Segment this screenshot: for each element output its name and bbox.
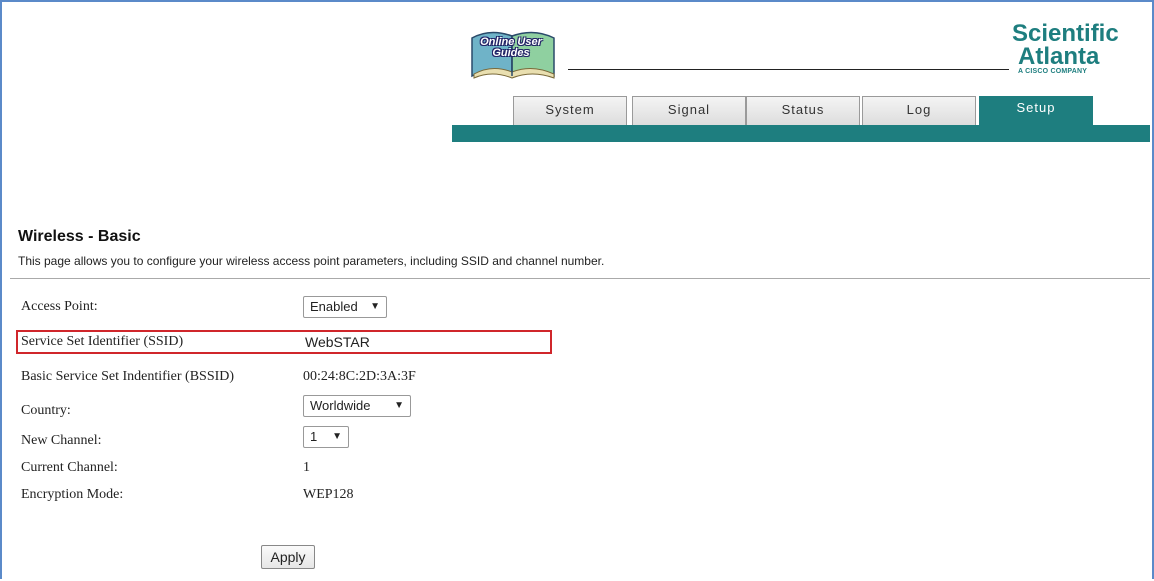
online-user-guides-text: Online User Guides [480, 36, 542, 59]
page-frame [0, 0, 1154, 579]
access-point-select[interactable]: Enabled ▼ [303, 296, 387, 318]
header-divider [568, 69, 1009, 70]
brand-line-2: Atlanta [1018, 43, 1100, 70]
current-channel-label: Current Channel: [21, 460, 118, 475]
bssid-value: 00:24:8C:2D:3A:3F [303, 369, 416, 384]
ssid-input[interactable] [303, 332, 547, 352]
section-divider [10, 278, 1150, 279]
access-point-label: Access Point: [21, 299, 98, 314]
current-channel-value: 1 [303, 460, 310, 475]
caret-down-icon: ▼ [394, 400, 404, 411]
online-user-guides-link[interactable]: Online User Guides [470, 24, 558, 80]
brand-line-3: A CISCO COMPANY [1018, 68, 1088, 75]
country-label: Country: [21, 403, 71, 418]
access-point-value: Enabled [310, 299, 358, 314]
tab-status[interactable]: Status [746, 96, 860, 126]
caret-down-icon: ▼ [370, 301, 380, 312]
encryption-mode-label: Encryption Mode: [21, 487, 124, 502]
country-value: Worldwide [310, 398, 371, 413]
tab-log[interactable]: Log [862, 96, 976, 126]
encryption-mode-value: WEP128 [303, 487, 354, 502]
tab-setup[interactable]: Setup [979, 96, 1093, 126]
page-title: Wireless - Basic [18, 228, 141, 245]
page-description: This page allows you to configure your w… [18, 254, 605, 268]
ssid-label: Service Set Identifier (SSID) [21, 334, 184, 349]
tab-system[interactable]: System [513, 96, 627, 126]
country-select[interactable]: Worldwide ▼ [303, 395, 411, 417]
new-channel-select[interactable]: 1 ▼ [303, 426, 349, 448]
brand-logo: Scientific Atlanta A CISCO COMPANY [1012, 22, 1144, 76]
caret-down-icon: ▼ [332, 431, 342, 442]
apply-button[interactable]: Apply [261, 545, 315, 569]
bssid-label: Basic Service Set Indentifier (BSSID) [21, 369, 235, 384]
tab-signal[interactable]: Signal [632, 96, 746, 126]
new-channel-value: 1 [310, 429, 318, 444]
tab-underline-bar [452, 125, 1150, 142]
new-channel-label: New Channel: [21, 433, 102, 448]
